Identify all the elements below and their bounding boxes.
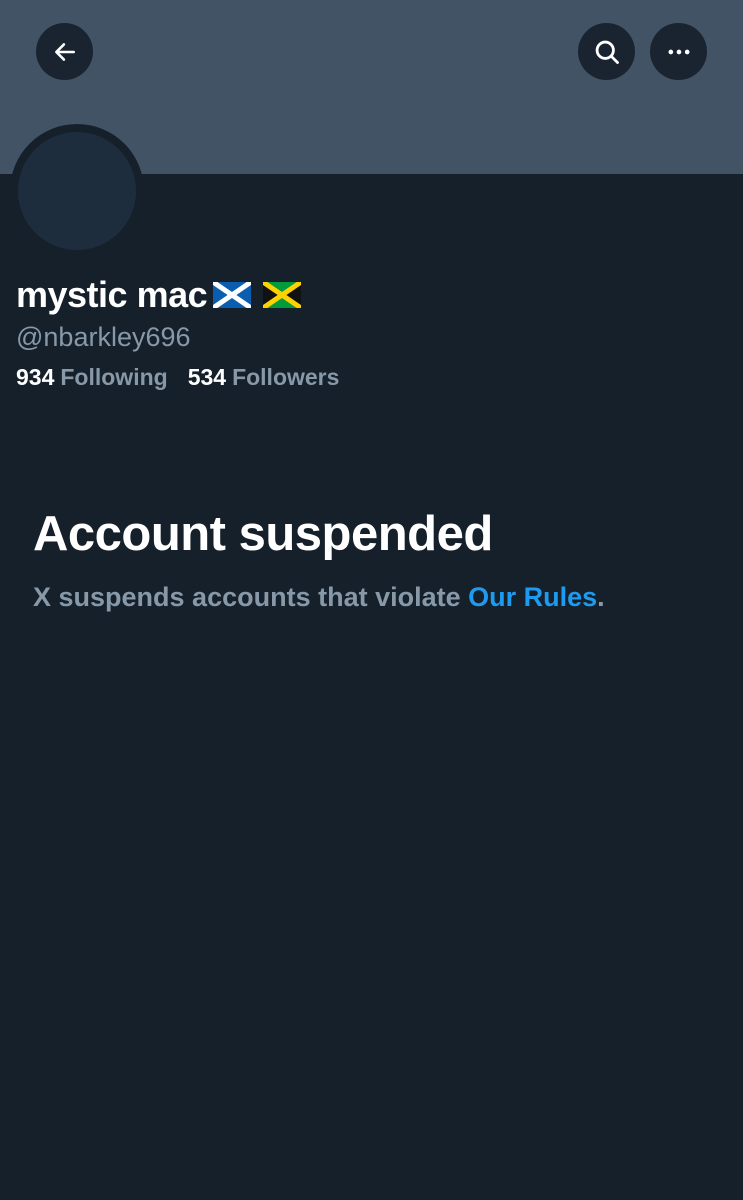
followers-count: 534 [187, 364, 227, 390]
display-name-text: mystic mac [16, 274, 208, 315]
suspended-message: X suspends accounts that violate Our Rul… [33, 582, 605, 613]
suspended-message-text: X suspends accounts that violate [33, 582, 469, 612]
back-button[interactable] [36, 23, 93, 80]
profile-handle: @nbarkley696 [16, 322, 191, 352]
our-rules-link[interactable]: Our Rules [468, 582, 597, 612]
more-horizontal-icon [668, 49, 689, 54]
suspended-message-end: . [597, 582, 605, 612]
search-icon [595, 40, 619, 64]
followers-link[interactable]: 534 Followers [188, 364, 340, 391]
arrow-left-icon [54, 42, 75, 61]
suspended-title: Account suspended [33, 507, 493, 561]
following-count: 934 [16, 364, 55, 390]
more-options-button[interactable] [650, 23, 707, 80]
followers-label: Followers [232, 364, 340, 390]
avatar[interactable] [18, 132, 136, 250]
jamaica-flag-icon [263, 282, 302, 308]
profile-stats: 934 Following 534 Followers [16, 364, 339, 391]
search-button[interactable] [578, 23, 635, 80]
profile-page: mystic mac @nbarkley696 934 Following 53… [0, 0, 743, 1200]
following-link[interactable]: 934 Following [16, 364, 168, 391]
display-name: mystic mac [16, 274, 302, 316]
scotland-flag-icon [213, 282, 252, 308]
following-label: Following [60, 364, 168, 390]
